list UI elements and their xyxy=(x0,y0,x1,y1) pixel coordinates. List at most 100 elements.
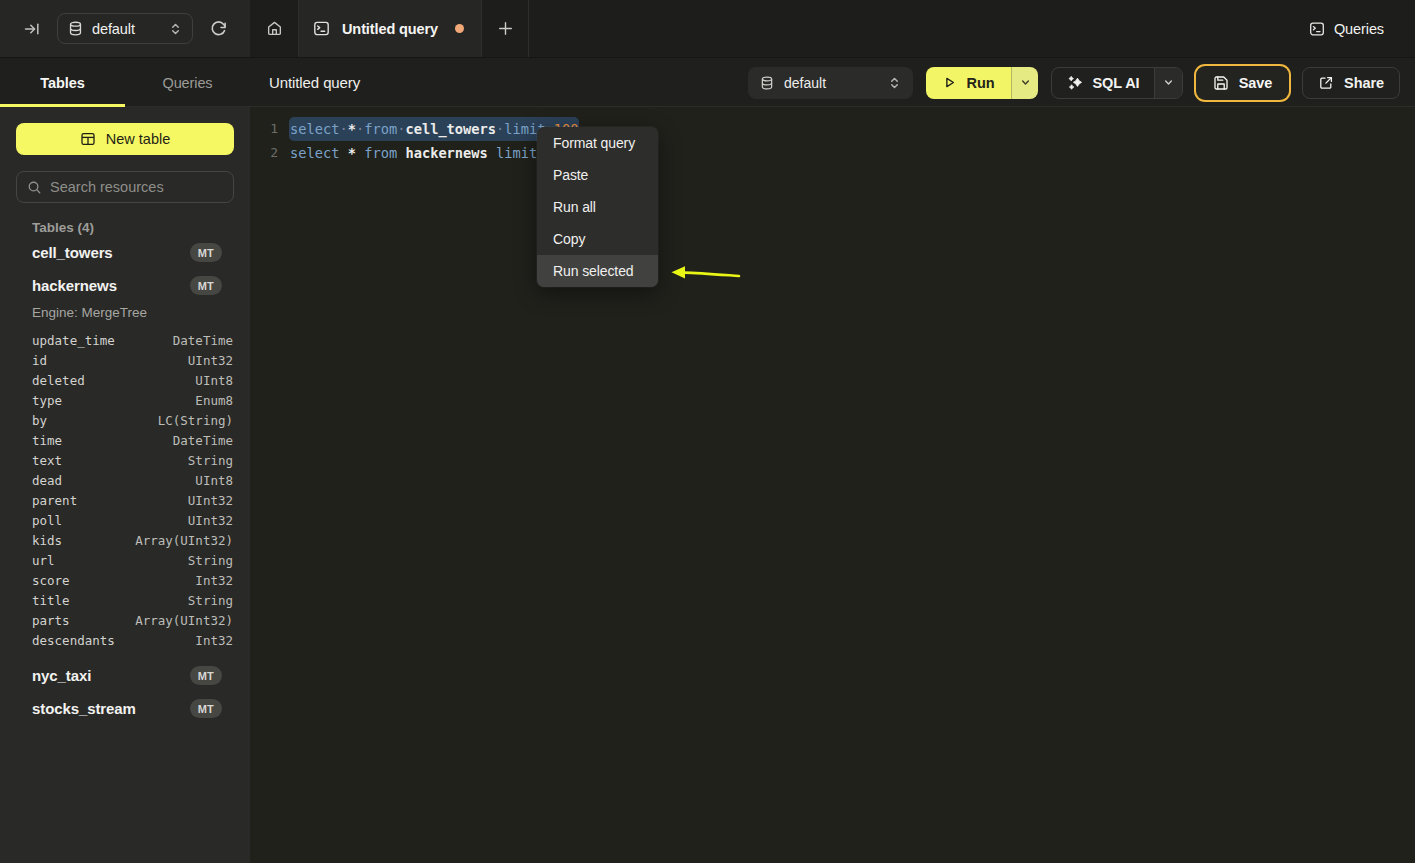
sql-ai-options-button[interactable] xyxy=(1154,68,1182,98)
refresh-icon xyxy=(210,20,227,37)
table-row[interactable]: nyc_taxi MT xyxy=(0,659,250,692)
column-name: descendants xyxy=(32,633,195,648)
column-row[interactable]: url String xyxy=(0,550,250,570)
column-row[interactable]: by LC(String) xyxy=(0,410,250,430)
code-line-text: select * from hackernews limit xyxy=(290,141,546,165)
column-type: UInt32 xyxy=(188,493,233,508)
queries-icon xyxy=(1309,21,1325,37)
columns-list: update_time DateTime id UInt32 deleted U… xyxy=(0,330,250,650)
column-type: Array(UInt32) xyxy=(135,533,233,548)
editor-toolbar: Untitled query default Run xyxy=(251,58,1415,107)
column-row[interactable]: score Int32 xyxy=(0,570,250,590)
save-icon xyxy=(1213,75,1229,91)
column-type: LC(String) xyxy=(158,413,233,428)
top-bar: default Untitled query xyxy=(0,0,1415,57)
table-name: nyc_taxi xyxy=(32,667,190,684)
share-button[interactable]: Share xyxy=(1302,67,1400,99)
column-type: Int32 xyxy=(195,573,233,588)
column-row[interactable]: update_time DateTime xyxy=(0,330,250,350)
context-menu-item[interactable]: Format query xyxy=(537,127,658,159)
table-row[interactable]: cell_towers MT xyxy=(0,236,250,269)
column-row[interactable]: parent UInt32 xyxy=(0,490,250,510)
column-row[interactable]: id UInt32 xyxy=(0,350,250,370)
search-input[interactable] xyxy=(50,179,237,195)
collapse-sidebar-icon xyxy=(24,21,40,37)
column-row[interactable]: kids Array(UInt32) xyxy=(0,530,250,550)
run-options-button[interactable] xyxy=(1011,67,1038,99)
queries-button-label: Queries xyxy=(1334,21,1384,37)
top-bar-left: default xyxy=(0,0,250,57)
table-name: hackernews xyxy=(32,277,190,294)
column-type: Enum8 xyxy=(195,393,233,408)
sidebar-tab[interactable]: Tables xyxy=(0,58,125,107)
sidebar: New table Tables (4) cell_towers MT hack… xyxy=(0,107,250,863)
home-button[interactable] xyxy=(251,0,298,57)
column-row[interactable]: text String xyxy=(0,450,250,470)
column-type: Array(UInt32) xyxy=(135,613,233,628)
table-row[interactable]: hackernews MT xyxy=(0,269,250,302)
column-name: url xyxy=(32,553,188,568)
context-menu-item[interactable]: Run selected xyxy=(537,255,658,287)
column-row[interactable]: title String xyxy=(0,590,250,610)
sql-ai-button-group: SQL AI xyxy=(1051,67,1183,99)
column-row[interactable]: time DateTime xyxy=(0,430,250,450)
search-box xyxy=(16,171,234,203)
column-type: DateTime xyxy=(173,333,233,348)
sql-ai-button[interactable]: SQL AI xyxy=(1052,68,1154,98)
tab-label: Untitled query xyxy=(342,21,438,37)
run-button-group: Run xyxy=(926,67,1038,99)
run-button[interactable]: Run xyxy=(926,67,1011,99)
play-icon xyxy=(942,75,957,90)
column-name: deleted xyxy=(32,373,195,388)
tab-strip: Untitled query xyxy=(251,0,1415,57)
context-menu-item[interactable]: Run all xyxy=(537,191,658,223)
column-row[interactable]: deleted UInt8 xyxy=(0,370,250,390)
queries-button[interactable]: Queries xyxy=(1309,0,1384,57)
context-menu: Format query Paste Run all Copy Run sele… xyxy=(537,127,658,287)
column-type: DateTime xyxy=(173,433,233,448)
column-row[interactable]: descendants Int32 xyxy=(0,630,250,650)
new-table-button[interactable]: New table xyxy=(16,123,234,155)
table-name: cell_towers xyxy=(32,244,190,261)
refresh-button[interactable] xyxy=(205,16,231,42)
column-row[interactable]: dead UInt8 xyxy=(0,470,250,490)
database-selector[interactable]: default xyxy=(57,13,193,44)
sql-editor[interactable]: 1 select·*·from·cell_towers·limit·100; 2… xyxy=(251,107,1415,863)
tab-untitled-query[interactable]: Untitled query xyxy=(298,0,482,57)
context-menu-item[interactable]: Paste xyxy=(537,159,658,191)
toolbar-database-selector[interactable]: default xyxy=(748,67,913,99)
context-menu-item-label: Run all xyxy=(553,199,596,215)
column-name: by xyxy=(32,413,158,428)
toolbar-actions: default Run xyxy=(748,58,1400,107)
context-menu-item[interactable]: Copy xyxy=(537,223,658,255)
column-type: Int32 xyxy=(195,633,233,648)
unsaved-indicator-dot xyxy=(455,24,464,33)
tables-section-label: Tables (4) xyxy=(32,218,234,236)
table-row[interactable]: stocks_stream MT xyxy=(0,692,250,725)
column-type: UInt8 xyxy=(195,373,233,388)
share-icon xyxy=(1318,75,1334,91)
run-button-label: Run xyxy=(966,75,994,91)
collapse-sidebar-button[interactable] xyxy=(20,17,44,41)
table-icon xyxy=(80,131,96,147)
line-number: 2 xyxy=(251,141,278,165)
database-selector-value: default xyxy=(92,21,169,37)
column-type: UInt8 xyxy=(195,473,233,488)
sidebar-tabs: Tables Queries xyxy=(0,58,250,107)
line-number: 1 xyxy=(251,117,278,141)
column-type: String xyxy=(188,593,233,608)
column-row[interactable]: parts Array(UInt32) xyxy=(0,610,250,630)
save-button[interactable]: Save xyxy=(1196,66,1289,100)
column-row[interactable]: poll UInt32 xyxy=(0,510,250,530)
column-name: title xyxy=(32,593,188,608)
context-menu-item-label: Paste xyxy=(553,167,588,183)
sidebar-tab[interactable]: Queries xyxy=(125,58,250,107)
chevron-down-icon xyxy=(1162,76,1175,89)
new-tab-button[interactable] xyxy=(482,0,529,57)
app-window: default Untitled query xyxy=(0,0,1415,863)
column-row[interactable]: type Enum8 xyxy=(0,390,250,410)
column-name: parent xyxy=(32,493,188,508)
select-chevrons-icon xyxy=(888,76,901,90)
sub-bar: Tables Queries Untitled query default xyxy=(0,57,1415,107)
column-type: String xyxy=(188,453,233,468)
